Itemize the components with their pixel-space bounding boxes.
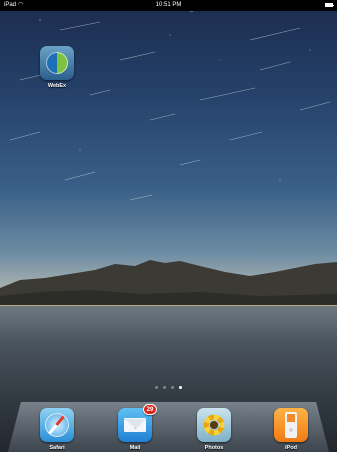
photos-sunflower-icon <box>197 408 231 442</box>
page-indicator[interactable] <box>0 386 337 389</box>
page-dot <box>155 386 158 389</box>
app-label: Safari <box>49 445 65 451</box>
dock-app-safari[interactable]: Safari <box>27 408 87 451</box>
dock-app-ipod[interactable]: iPod <box>261 408 321 451</box>
ipad-home-screen: iPad ◠ 10:51 PM WebEx Safari 29 Mail Pho… <box>0 0 337 452</box>
app-label: iPod <box>285 445 297 451</box>
page-dot-active <box>179 386 182 389</box>
dock-app-photos[interactable]: Photos <box>184 408 244 451</box>
webex-icon <box>40 46 74 80</box>
page-dot <box>171 386 174 389</box>
mail-unread-badge: 29 <box>143 404 157 415</box>
status-bar: iPad ◠ 10:51 PM <box>0 0 337 11</box>
ipod-icon <box>274 408 308 442</box>
page-dot <box>163 386 166 389</box>
battery-icon <box>325 3 334 7</box>
clock: 10:51 PM <box>155 2 182 8</box>
app-label: WebEx <box>47 83 67 89</box>
safari-compass-icon <box>40 408 74 442</box>
app-webex[interactable]: WebEx <box>27 46 87 89</box>
dock-app-mail[interactable]: 29 Mail <box>105 404 165 451</box>
star-trails-wallpaper <box>9 0 331 201</box>
app-label: Mail <box>129 445 141 451</box>
app-label: Photos <box>204 445 224 451</box>
